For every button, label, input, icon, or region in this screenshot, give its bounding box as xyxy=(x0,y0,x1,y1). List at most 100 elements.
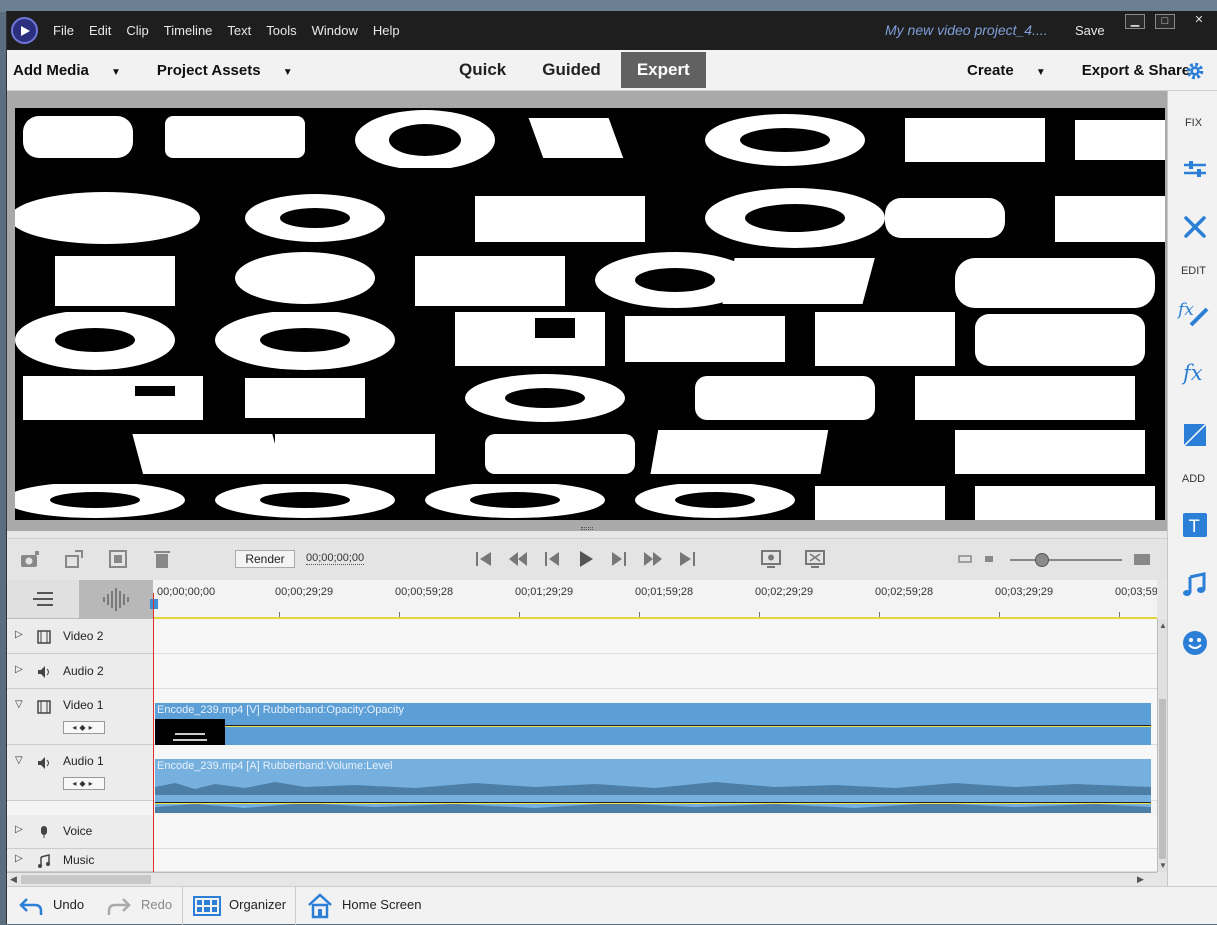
menu-file[interactable]: File xyxy=(53,23,74,38)
keyframe-controls[interactable]: ◂◆▸ xyxy=(63,777,105,790)
camera-snapshot-icon[interactable] xyxy=(19,548,41,570)
redo-icon[interactable] xyxy=(107,895,131,917)
project-assets-button[interactable]: Project Assets ▼ xyxy=(157,62,311,79)
create-button[interactable]: Create ▼ xyxy=(967,62,1064,79)
fit-to-window-icon[interactable] xyxy=(804,548,826,570)
opacity-rubberband[interactable] xyxy=(155,725,1151,727)
zoom-slider-handle[interactable] xyxy=(1035,553,1049,567)
export-share-button[interactable]: Export & Share xyxy=(1082,62,1190,79)
playhead-line[interactable] xyxy=(153,593,154,883)
mode-expert[interactable]: Expert xyxy=(620,52,706,88)
redo-button[interactable]: Redo xyxy=(141,897,172,912)
menu-window[interactable]: Window xyxy=(312,23,358,38)
organizer-button[interactable]: Organizer xyxy=(229,897,286,912)
timecode-display[interactable]: 00;00;00;00 xyxy=(306,552,365,565)
timeline-ruler[interactable]: 00;00;00;00 00;00;29;29 00;00;59;28 00;0… xyxy=(153,580,1157,619)
go-to-start-icon[interactable] xyxy=(473,548,495,570)
timeline-vertical-scrollbar[interactable]: ▲ ▼ xyxy=(1157,619,1167,872)
trash-icon[interactable] xyxy=(151,548,173,570)
expand-arrow-icon[interactable]: ▷ xyxy=(15,824,23,835)
maximize-button[interactable]: □ xyxy=(1155,14,1175,29)
menu-timeline[interactable]: Timeline xyxy=(164,23,213,38)
track-area-video2[interactable] xyxy=(153,619,1157,654)
track-header-video1[interactable]: ▽ Video 1 ◂◆▸ xyxy=(7,689,153,745)
add-section-label: ADD xyxy=(1181,473,1206,485)
menu-clip[interactable]: Clip xyxy=(126,23,148,38)
track-header-music[interactable]: ▷ Music xyxy=(7,849,153,872)
divider xyxy=(295,887,296,925)
menu-edit[interactable]: Edit xyxy=(89,23,111,38)
track-header-voice[interactable]: ▷ Voice xyxy=(7,815,153,849)
effects-fx-icon[interactable]: fx xyxy=(1181,359,1209,387)
titles-text-icon[interactable]: T xyxy=(1181,511,1209,539)
track-header-video2[interactable]: ▷ Video 2 xyxy=(7,619,153,654)
play-icon[interactable] xyxy=(575,548,597,570)
scroll-right-icon[interactable]: ▶ xyxy=(1137,874,1144,885)
expand-arrow-icon[interactable]: ▷ xyxy=(15,664,23,675)
music-note-icon[interactable] xyxy=(1181,571,1209,599)
save-button[interactable]: Save xyxy=(1075,23,1105,38)
scroll-up-icon[interactable]: ▲ xyxy=(1159,621,1167,630)
adjustments-sliders-icon[interactable] xyxy=(1181,155,1209,183)
collapse-arrow-icon[interactable]: ▽ xyxy=(15,755,23,766)
tools-wrench-icon[interactable] xyxy=(1181,213,1209,241)
video-preview[interactable] xyxy=(15,108,1165,520)
add-media-button[interactable]: Add Media ▼ xyxy=(13,62,139,79)
mode-quick[interactable]: Quick xyxy=(443,52,522,88)
transitions-icon[interactable] xyxy=(1181,421,1209,449)
rewind-icon[interactable] xyxy=(507,548,529,570)
timeline-horizontal-scrollbar[interactable]: ◀ ▶ xyxy=(7,872,1157,886)
minimize-button[interactable]: ▁ xyxy=(1125,14,1145,29)
effects-edit-icon[interactable]: fx xyxy=(1177,299,1211,327)
fast-forward-icon[interactable] xyxy=(642,548,664,570)
graphics-smiley-icon[interactable] xyxy=(1181,629,1209,657)
render-button[interactable]: Render xyxy=(235,550,295,568)
scroll-thumb[interactable] xyxy=(1159,699,1166,859)
step-back-icon[interactable] xyxy=(541,548,563,570)
collapse-arrow-icon[interactable]: ▽ xyxy=(15,699,23,710)
divider xyxy=(182,887,183,925)
organizer-grid-icon[interactable] xyxy=(193,895,221,917)
audio-clip[interactable]: Encode_239.mp4 [A] Rubberband:Volume:Lev… xyxy=(155,759,1151,813)
monitor-settings-icon[interactable] xyxy=(760,548,782,570)
ruler-tick xyxy=(279,612,280,617)
rotate-icon[interactable] xyxy=(63,548,85,570)
menu-tools[interactable]: Tools xyxy=(266,23,296,38)
mode-guided[interactable]: Guided xyxy=(526,52,617,88)
ruler-label: 00;02;29;29 xyxy=(755,586,814,598)
track-header-audio1[interactable]: ▽ Audio 1 ◂◆▸ xyxy=(7,745,153,801)
zoom-in-icon[interactable] xyxy=(1131,548,1153,570)
audio-waveform xyxy=(155,782,1151,813)
settings-gear-icon[interactable] xyxy=(1184,60,1206,82)
expand-arrow-icon[interactable]: ▷ xyxy=(15,853,23,864)
expand-arrow-icon[interactable]: ▷ xyxy=(15,629,23,640)
scroll-down-icon[interactable]: ▼ xyxy=(1159,861,1167,870)
track-area-audio2[interactable] xyxy=(153,654,1157,689)
close-button[interactable]: ✕ xyxy=(1185,14,1213,29)
track-layout-icon[interactable] xyxy=(7,580,79,619)
crop-icon[interactable] xyxy=(107,548,129,570)
track-area-music[interactable] xyxy=(153,849,1157,872)
go-to-end-icon[interactable] xyxy=(676,548,698,570)
track-header-audio2[interactable]: ▷ Audio 2 xyxy=(7,654,153,689)
app-window: File Edit Clip Timeline Text Tools Windo… xyxy=(6,11,1217,925)
scroll-left-icon[interactable]: ◀ xyxy=(10,874,17,885)
zoom-slider-track[interactable] xyxy=(1010,559,1122,561)
small-view-icon[interactable] xyxy=(983,548,997,570)
menu-text[interactable]: Text xyxy=(227,23,251,38)
track-area-voice[interactable] xyxy=(153,815,1157,849)
undo-button[interactable]: Undo xyxy=(53,897,84,912)
menu-bar: File Edit Clip Timeline Text Tools Windo… xyxy=(53,23,415,38)
scroll-thumb[interactable] xyxy=(21,875,151,884)
menu-help[interactable]: Help xyxy=(373,23,400,38)
playhead-handle[interactable] xyxy=(150,599,158,609)
volume-rubberband[interactable] xyxy=(155,802,1151,804)
undo-icon[interactable] xyxy=(19,895,43,917)
panel-resize-grip[interactable] xyxy=(581,527,593,530)
zoom-out-icon[interactable] xyxy=(955,548,975,570)
home-screen-button[interactable]: Home Screen xyxy=(342,897,421,912)
keyframe-controls[interactable]: ◂◆▸ xyxy=(63,721,105,734)
step-forward-icon[interactable] xyxy=(608,548,630,570)
home-icon[interactable] xyxy=(307,893,333,919)
audio-waveform-toggle-icon[interactable] xyxy=(79,580,153,619)
